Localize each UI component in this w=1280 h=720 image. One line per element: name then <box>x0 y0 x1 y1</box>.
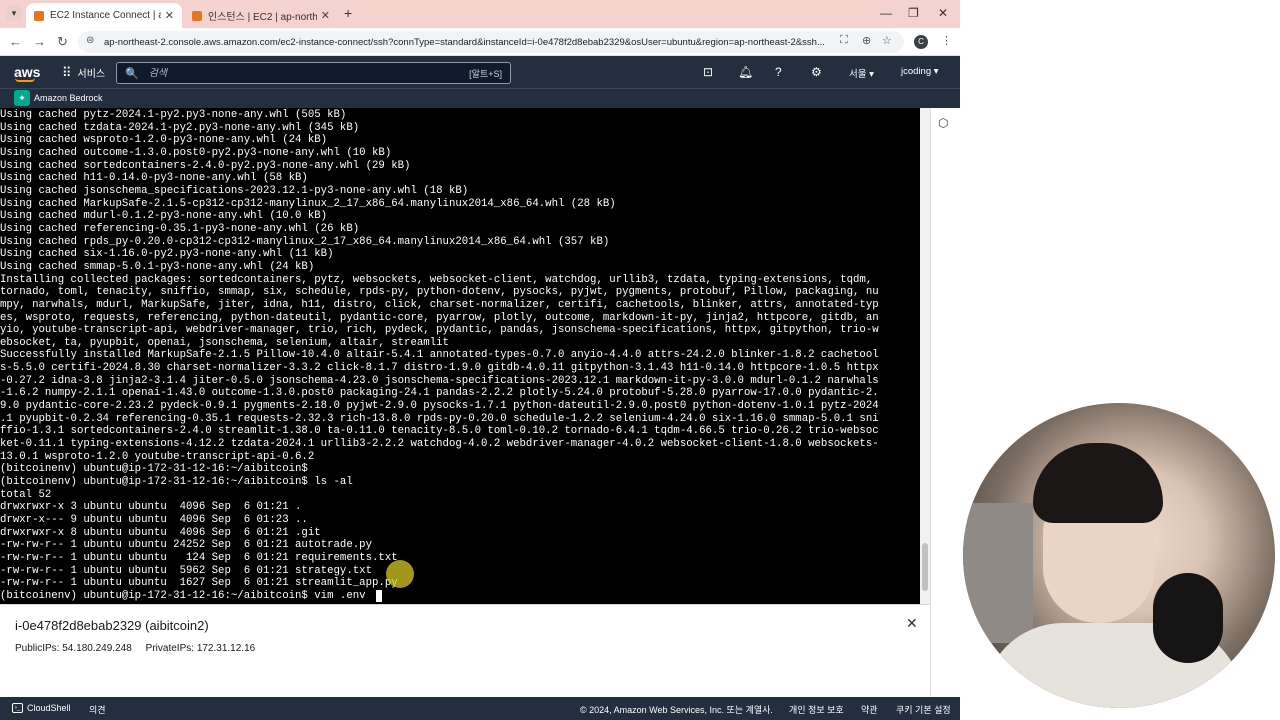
aws-favicon-icon <box>192 10 202 21</box>
public-ips-value: 54.180.249.248 <box>62 643 132 654</box>
webcam-bookshelf <box>963 503 1033 643</box>
site-info-icon[interactable]: ⊜ <box>86 35 94 46</box>
search-shortcut-hint: [알트+S] <box>469 68 502 79</box>
tab-ec2-instances[interactable]: 인스턴스 | EC2 | ap-northeast ✕ <box>184 3 338 28</box>
address-bar-row: ← → ↻ ⊜ ap-northeast-2.console.aws.amazo… <box>0 28 960 56</box>
instance-title: i-0e478f2d8ebab2329 (aibitcoin2) <box>15 618 209 633</box>
services-label: 서비스 <box>77 69 106 80</box>
forward-icon[interactable]: → <box>33 34 46 49</box>
tab-ec2-instance-connect[interactable]: EC2 Instance Connect | ap-no ✕ <box>26 3 182 28</box>
url-text: ap-northeast-2.console.aws.amazon.com/ec… <box>104 36 825 48</box>
minimize-icon[interactable]: — <box>880 6 892 20</box>
search-icon: 🔍 <box>125 67 139 80</box>
terminal-text: Using cached pytz-2024.1-py2.py3-none-an… <box>0 109 879 602</box>
bookmark-star-icon[interactable]: ☆ <box>882 34 892 47</box>
browser-tab-strip: ▾ EC2 Instance Connect | ap-no ✕ 인스턴스 | … <box>0 0 960 28</box>
aws-logo-smile-icon <box>15 78 35 82</box>
notifications-bell-icon[interactable]: 🔔︎ <box>738 65 753 79</box>
region-selector[interactable]: 서울 ▾ <box>849 66 874 80</box>
privacy-link[interactable]: 개인 정보 보호 <box>789 703 844 716</box>
search-input[interactable] <box>148 67 470 79</box>
profile-avatar[interactable]: C <box>914 35 928 49</box>
cookie-preferences-link[interactable]: 쿠키 기본 설정 <box>896 703 951 716</box>
maximize-icon[interactable]: ❐ <box>908 6 919 20</box>
aws-console-header: aws ⠿ 서비스 🔍 [알트+S] ⊡ 🔔︎ ? ⚙ 서울 ▾ jcoding… <box>0 56 960 88</box>
close-tab-icon[interactable]: ✕ <box>321 9 330 22</box>
terminal-cursor <box>376 590 382 602</box>
console-footer: ›_ CloudShell 의견 © 2024, Amazon Web Serv… <box>0 697 960 720</box>
services-menu-button[interactable]: ⠿ 서비스 <box>62 64 106 81</box>
zoom-icon[interactable]: ⊕ <box>862 34 871 47</box>
close-window-icon[interactable]: ✕ <box>938 6 948 20</box>
right-side-panel <box>930 108 960 697</box>
back-icon[interactable]: ← <box>9 34 22 49</box>
copyright-text: © 2024, Amazon Web Services, Inc. 또는 계열사… <box>580 705 773 715</box>
cloudshell-footer-icon: ›_ <box>12 703 23 713</box>
cursor-highlight <box>386 560 414 588</box>
tab-label: 인스턴스 | EC2 | ap-northeast <box>208 12 317 23</box>
public-ips-label: PublicIPs: <box>15 643 60 654</box>
aws-favicon-icon <box>34 10 44 21</box>
private-ips-label: PrivateIPs: <box>145 643 195 654</box>
tab-label: EC2 Instance Connect | ap-no <box>50 10 161 21</box>
settings-gear-icon[interactable]: ⚙ <box>811 65 822 79</box>
info-panel-icon[interactable]: ⬡ <box>938 116 948 130</box>
grid-icon: ⠿ <box>62 64 72 80</box>
private-ips-value: 172.31.12.16 <box>196 643 256 654</box>
feedback-link[interactable]: 의견 <box>89 703 106 716</box>
translate-icon[interactable]: ⛶ <box>840 34 848 47</box>
tab-search-icon[interactable]: ▾ <box>6 5 22 21</box>
close-panel-icon[interactable]: ✕ <box>906 615 918 632</box>
cloudshell-icon[interactable]: ⊡ <box>703 65 713 79</box>
webcam-presenter-hair <box>1033 443 1163 523</box>
help-icon[interactable]: ? <box>775 65 782 79</box>
close-tab-icon[interactable]: ✕ <box>165 9 174 22</box>
account-menu[interactable]: jcoding ▾ <box>901 66 939 77</box>
bedrock-icon: ✦ <box>14 90 30 106</box>
favorite-bedrock-link[interactable]: Amazon Bedrock <box>34 93 103 103</box>
browser-menu-icon[interactable]: ⋮ <box>941 34 952 47</box>
terminal-scrollbar[interactable] <box>920 108 930 604</box>
cloudshell-link[interactable]: CloudShell <box>27 703 71 713</box>
terms-link[interactable]: 약관 <box>861 703 878 716</box>
url-field[interactable]: ⊜ ap-northeast-2.console.aws.amazon.com/… <box>78 31 904 53</box>
instance-ips: PublicIPs: 54.180.249.248 PrivateIPs: 17… <box>15 643 255 654</box>
terminal-output[interactable]: Using cached pytz-2024.1-py2.py3-none-an… <box>0 108 920 604</box>
webcam-presenter-image <box>963 403 1275 708</box>
webcam-microphone <box>1153 573 1223 663</box>
terminal-scrollbar-thumb[interactable] <box>922 543 928 591</box>
new-tab-button[interactable]: + <box>344 5 352 21</box>
favorites-bar: ✦ Amazon Bedrock <box>0 88 960 108</box>
reload-icon[interactable]: ↻ <box>57 34 68 50</box>
search-bar[interactable]: 🔍 [알트+S] <box>116 62 511 84</box>
